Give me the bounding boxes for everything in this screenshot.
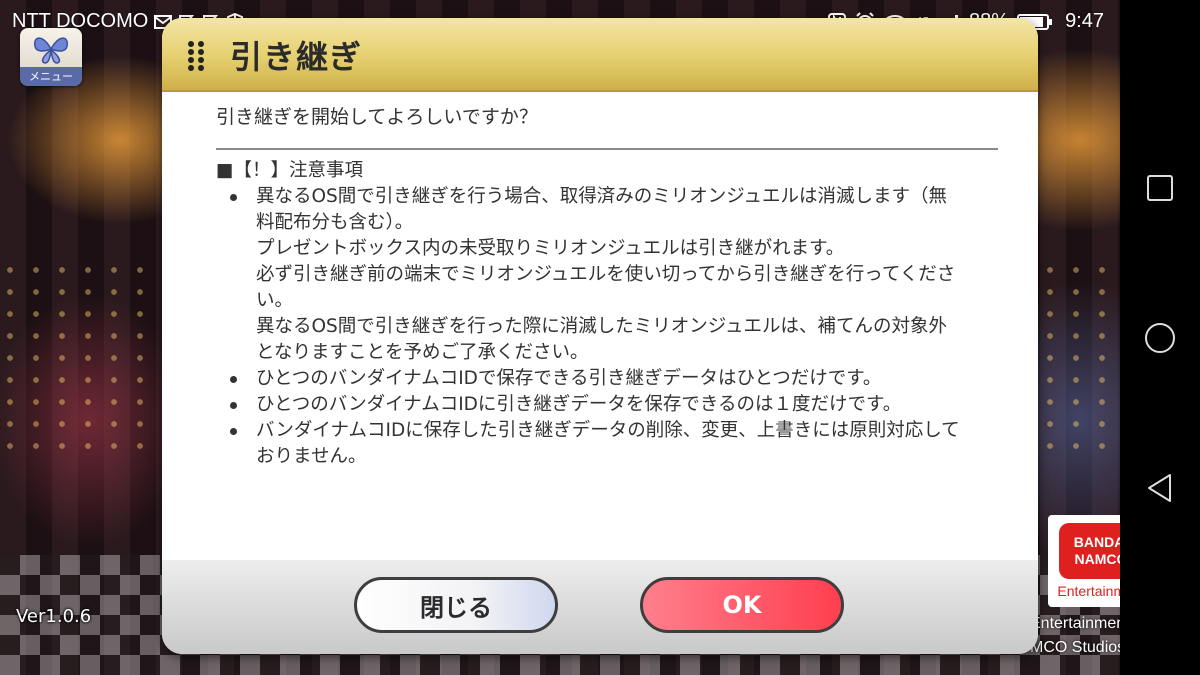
home-button[interactable] <box>1144 322 1176 354</box>
navigation-bar <box>1120 0 1200 675</box>
dialog-footer: 閉じる OK <box>162 560 1038 654</box>
list-item: ひとつのバンダイナムコIDに引き継ぎデータを保存できるのは１度だけです。 <box>230 392 1006 418</box>
menu-label: メニュー <box>20 67 82 86</box>
version-label: Ver1.0.6 <box>16 606 92 627</box>
square-icon <box>1147 175 1173 201</box>
dialog-title: 引き継ぎ <box>230 38 363 76</box>
carrier-name: NTT DOCOMO <box>12 10 149 32</box>
list-item: ひとつのバンダイナムコIDで保存できる引き継ぎデータはひとつだけです。 <box>230 366 1006 392</box>
list-item: 異なるOS間で引き継ぎを行う場合、取得済みのミリオンジュエルは消滅します（無 料… <box>230 184 1006 366</box>
back-button[interactable] <box>1144 472 1176 504</box>
recent-apps-button[interactable] <box>1144 172 1176 204</box>
transfer-dialog: 引き継ぎ 引き継ぎを開始してよろしいですか？ ■【！】注意事項 異なるOS間で引… <box>162 18 1038 654</box>
close-button[interactable]: 閉じる <box>354 577 558 633</box>
notice-list: 異なるOS間で引き継ぎを行う場合、取得済みのミリオンジュエルは消滅します（無 料… <box>216 184 1006 470</box>
clock-time: 9:47 <box>1065 10 1104 32</box>
notice-section: ■【！】注意事項 異なるOS間で引き継ぎを行う場合、取得済みのミリオンジュエルは… <box>216 158 1006 470</box>
dialog-header: 引き継ぎ <box>162 18 1038 92</box>
circle-icon <box>1145 323 1175 353</box>
back-triangle-icon <box>1148 474 1171 502</box>
grip-dots-icon <box>188 41 204 71</box>
confirm-question: 引き継ぎを開始してよろしいですか？ <box>216 106 538 128</box>
ok-button[interactable]: OK <box>640 577 844 633</box>
divider <box>216 148 998 150</box>
list-item: バンダイナムコIDに保存した引き継ぎデータの削除、変更、上書きには原則対応して … <box>230 418 1006 470</box>
dialog-body: 引き継ぎを開始してよろしいですか？ ■【！】注意事項 異なるOS間で引き継ぎを行… <box>162 92 1038 560</box>
notice-heading: ■【！】注意事項 <box>216 160 363 181</box>
